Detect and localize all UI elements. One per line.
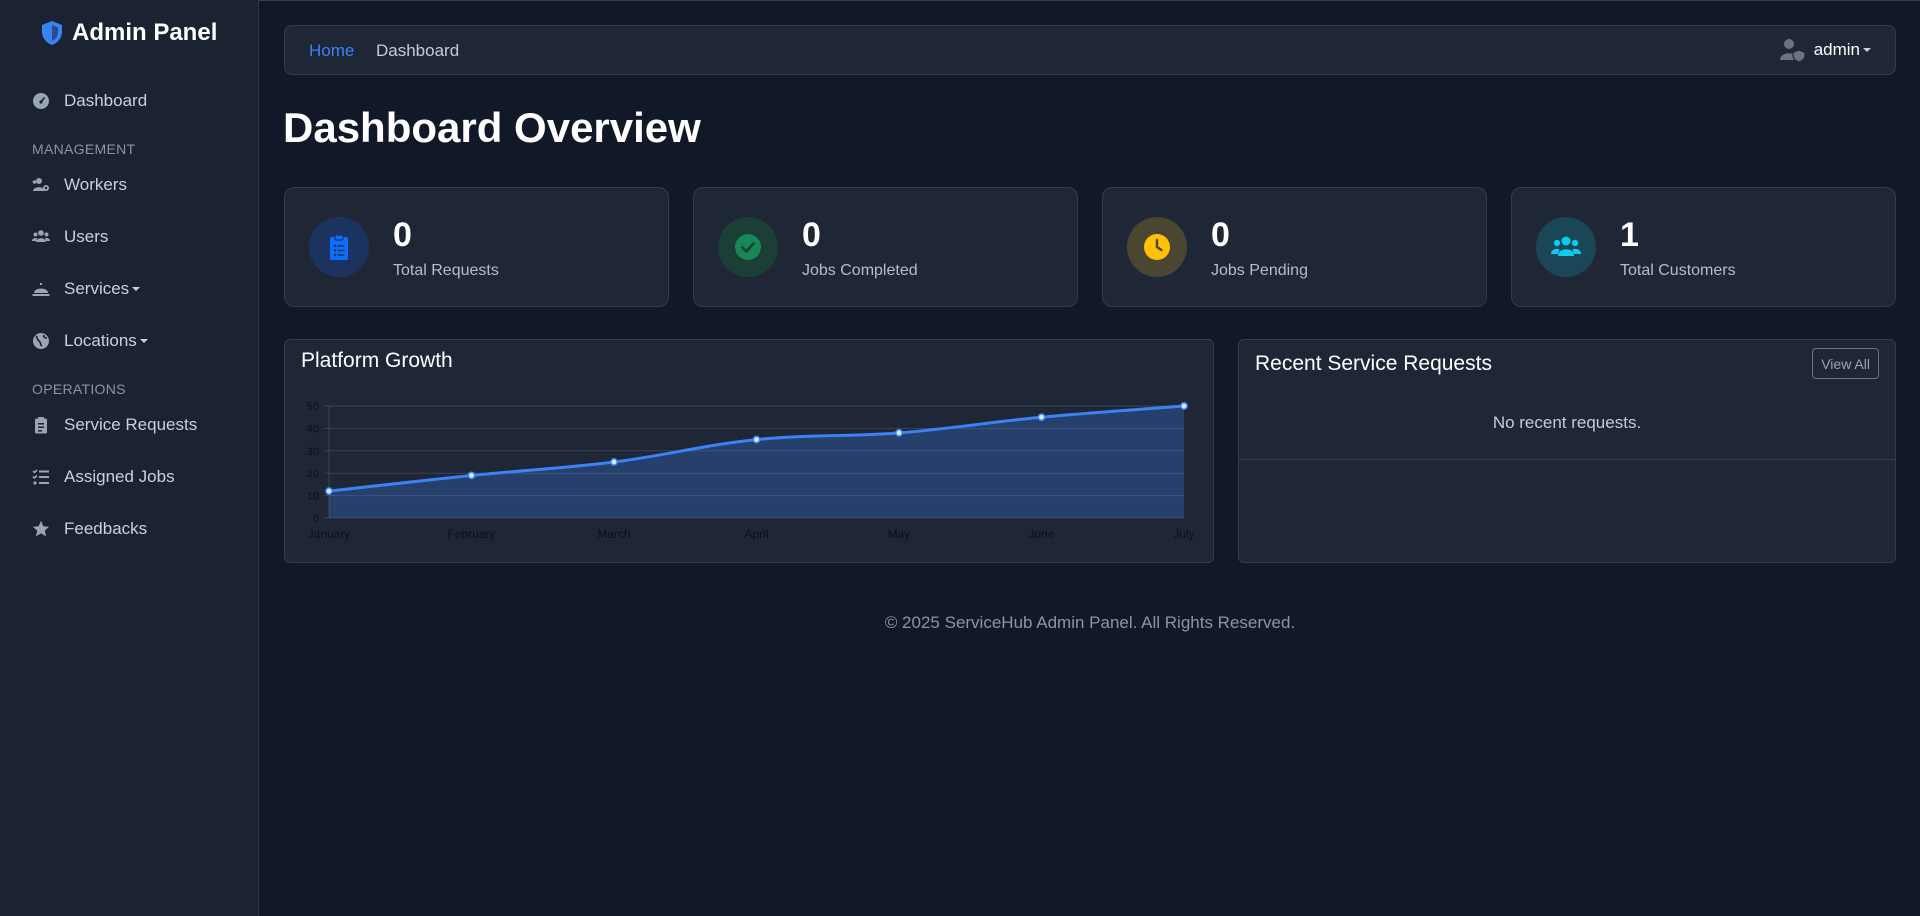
sidebar-item-label: Feedbacks [64,519,148,538]
footer: © 2025 ServiceHub Admin Panel. All Right… [884,613,1296,632]
user-menu-dropdown[interactable]: admin [1779,38,1871,62]
x-tick-label: February [447,527,495,541]
breadcrumb-home[interactable]: Home [309,41,354,61]
data-point [610,458,618,466]
y-tick-label: 0 [313,513,319,525]
section-label-management: MANAGEMENT [32,141,136,157]
data-point [467,471,476,480]
clock-icon [1144,234,1170,260]
sidebar-item-label: Service Requests [64,415,198,434]
globe-icon [33,333,49,349]
stat-value: 0 [802,216,821,254]
sidebar-item-dashboard[interactable]: Dashboard [32,87,147,115]
top-navbar: Home Dashboard admin [284,25,1896,75]
user-name: admin [1814,40,1871,60]
sidebar-item-label: Dashboard [64,91,148,110]
breadcrumb-current: Dashboard [376,41,460,60]
area-fill [329,406,1184,518]
x-tick-label: July [1173,527,1194,541]
data-point [1037,413,1046,422]
page-title: Dashboard Overview [283,104,701,151]
star-icon [32,520,50,537]
bell-concierge-icon [32,283,50,296]
list-check-icon [32,469,49,485]
section-label-operations: OPERATIONS [32,381,126,397]
users-gear-icon [32,178,49,191]
user-shield-icon [1779,39,1806,62]
stat-card-total-customers: 1 Total Customers [1511,187,1896,307]
empty-state-message: No recent requests. [1492,413,1642,432]
panel-title: Recent Service Requests [1255,352,1492,375]
platform-growth-panel: Platform Growth 0 10 20 30 40 50 January Febru… [284,339,1214,563]
x-tick-label: May [888,527,911,541]
clipboard-list-icon [330,234,348,260]
data-point [1180,402,1188,410]
stat-value: 0 [393,216,412,254]
x-tick-label: June [1028,527,1054,541]
view-all-button[interactable]: View All [1812,348,1879,379]
sidebar-item-feedbacks[interactable]: Feedbacks [32,515,147,543]
data-point [895,428,903,437]
recent-requests-panel: Recent Service Requests View All No rece… [1238,339,1896,563]
stat-label: Total Customers [1620,262,1736,279]
sidebar-item-assigned-jobs[interactable]: Assigned Jobs [32,463,175,491]
stat-label: Total Requests [393,262,499,279]
divider [1239,459,1895,460]
sidebar-item-label: Workers [64,175,127,194]
sidebar-item-users[interactable]: Users [32,223,108,251]
sidebar: Admin Panel Dashboard MANAGEMENT Workers… [0,0,259,916]
y-tick-label: 20 [307,468,319,480]
growth-chart: 0 10 20 30 40 50 January February March April May… [307,401,1195,541]
x-tick-label: January [308,527,351,541]
stat-icon-circle [1536,217,1596,277]
sidebar-item-workers[interactable]: Workers [32,171,127,199]
shield-icon [42,21,62,45]
users-icon [1551,236,1581,256]
stat-icon-circle [1127,217,1187,277]
data-point [325,487,333,496]
sidebar-item-service-requests[interactable]: Service Requests [32,411,197,439]
window-top-border [0,0,1920,1]
check-circle-icon [735,234,761,260]
data-point [752,435,761,444]
stat-icon-circle [309,217,369,277]
y-tick-label: 40 [307,423,319,435]
y-tick-label: 10 [307,491,319,503]
stat-value: 1 [1620,216,1639,254]
sidebar-item-label: Locations [64,331,148,351]
stat-card-jobs-completed: 0 Jobs Completed [693,187,1078,307]
stat-card-total-requests: 0 Total Requests [284,187,669,307]
clipboard-list-icon [35,417,47,434]
sidebar-item-locations[interactable]: Locations [32,327,148,355]
y-tick-label: 50 [307,401,319,413]
brand-title: Admin Panel [72,19,218,46]
brand[interactable]: Admin Panel [40,19,217,47]
sidebar-item-services[interactable]: Services [32,275,140,303]
stat-card-jobs-pending: 0 Jobs Pending [1102,187,1487,307]
x-tick-label: March [597,527,630,541]
stat-value: 0 [1211,216,1230,254]
gauge-icon [33,93,49,109]
users-icon [32,230,50,242]
sidebar-item-label: Assigned Jobs [64,467,175,486]
stat-label: Jobs Completed [802,262,918,279]
stat-label: Jobs Pending [1211,262,1308,279]
stat-icon-circle [718,217,778,277]
sidebar-item-label: Users [64,227,109,246]
x-tick-label: April [744,527,768,541]
sidebar-item-label: Services [64,279,140,299]
y-tick-label: 30 [307,446,319,458]
